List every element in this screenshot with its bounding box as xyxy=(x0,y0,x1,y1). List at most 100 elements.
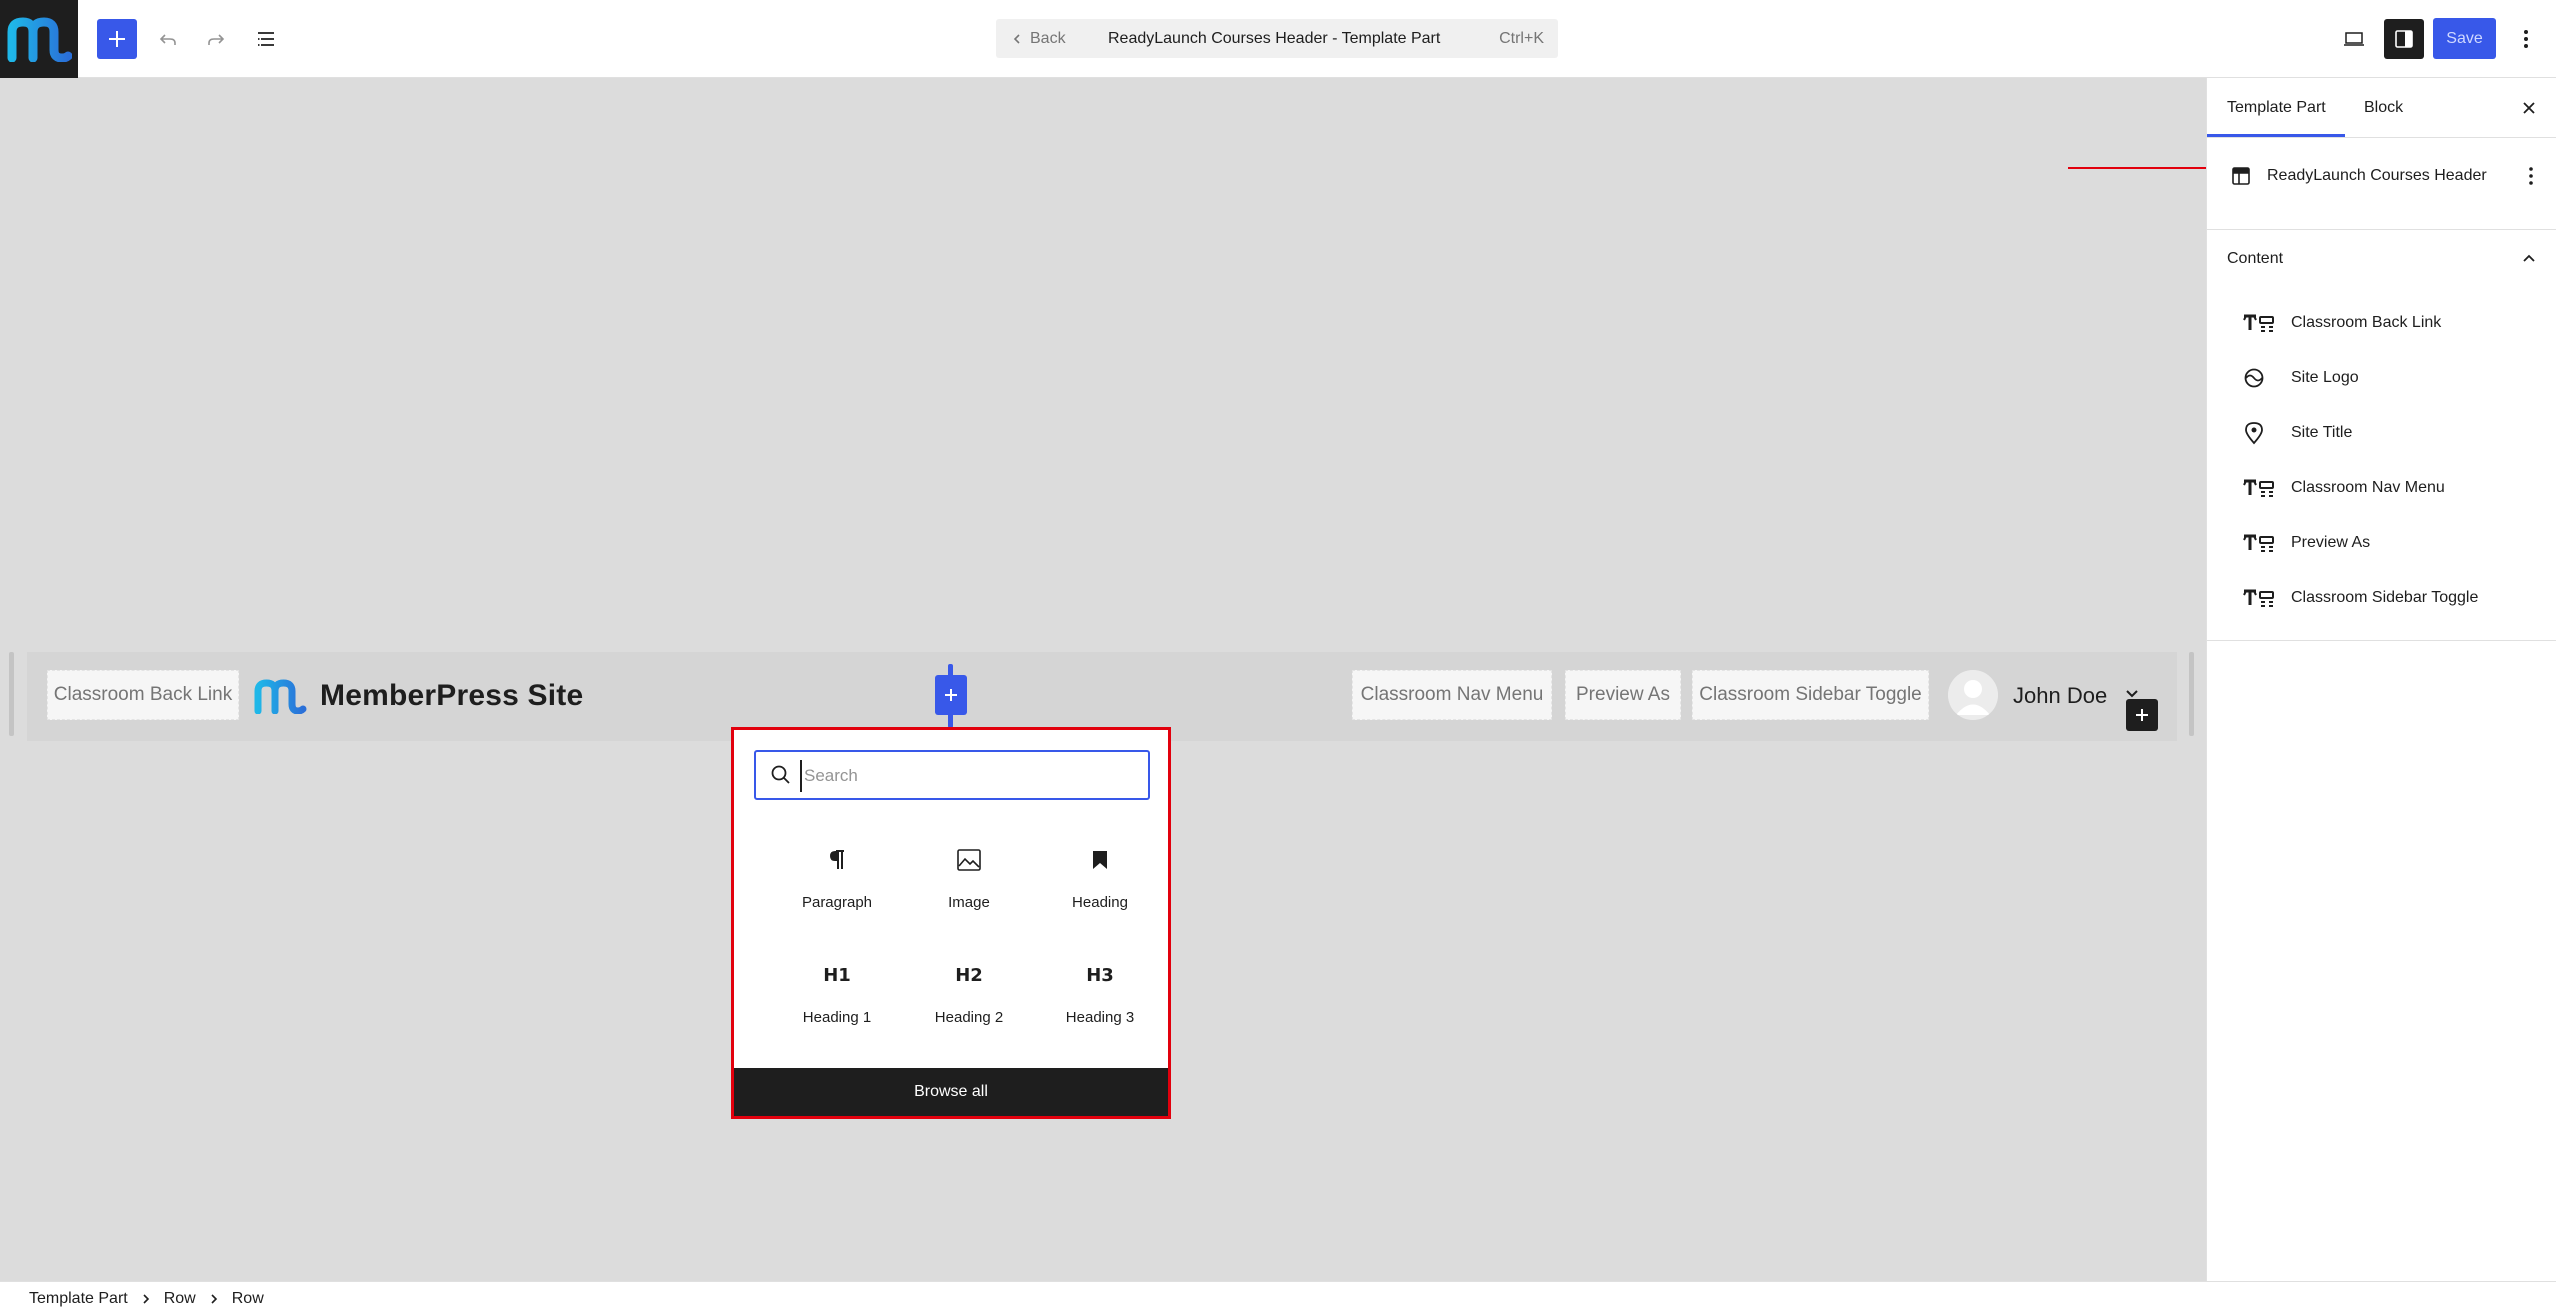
block-item-heading-3[interactable]: H3 Heading 3 xyxy=(1035,941,1165,1041)
redo-button[interactable] xyxy=(196,19,236,59)
browse-all-button[interactable]: Browse all xyxy=(734,1068,1168,1116)
sidebar-icon xyxy=(2395,30,2413,48)
document-title[interactable]: ReadyLaunch Courses Header - Template Pa… xyxy=(1108,19,1440,58)
breadcrumb-item[interactable]: Template Part xyxy=(29,1290,128,1308)
sidebar-tabs: Template Part Block xyxy=(2207,78,2556,138)
image-icon xyxy=(956,840,982,880)
content-item-label: Preview As xyxy=(2291,534,2371,551)
plus-icon xyxy=(2136,709,2148,721)
site-title-block[interactable]: MemberPress Site xyxy=(320,675,583,717)
close-sidebar-button[interactable] xyxy=(2517,96,2541,120)
bookmark-icon xyxy=(1091,840,1109,880)
row-resize-handle-right[interactable] xyxy=(2189,652,2194,736)
document-overview-button[interactable] xyxy=(246,19,286,59)
user-avatar-icon xyxy=(1948,670,1998,720)
content-item-classroom-sidebar-toggle[interactable]: Classroom Sidebar Toggle xyxy=(2243,576,2543,620)
more-vertical-icon xyxy=(2524,30,2528,48)
breadcrumb-item[interactable]: Row xyxy=(164,1290,196,1308)
document-bar[interactable]: Back ReadyLaunch Courses Header - Templa… xyxy=(996,19,1558,58)
view-button[interactable] xyxy=(2334,19,2374,59)
content-item-site-logo[interactable]: Site Logo xyxy=(2243,356,2543,400)
block-item-paragraph[interactable]: Paragraph xyxy=(772,826,902,926)
template-part-name: ReadyLaunch Courses Header xyxy=(2267,167,2487,184)
save-button[interactable]: Save xyxy=(2433,18,2496,59)
block-item-label: Heading 2 xyxy=(934,1009,1004,1026)
chevron-up-icon[interactable] xyxy=(2517,247,2541,271)
settings-sidebar-toggle[interactable] xyxy=(2384,19,2424,59)
block-item-label: Paragraph xyxy=(801,894,873,911)
content-item-label: Site Logo xyxy=(2291,369,2359,386)
content-panel-title: Content xyxy=(2227,250,2284,267)
block-item-heading-2[interactable]: H2 Heading 2 xyxy=(904,941,1034,1041)
tab-block[interactable]: Block xyxy=(2364,78,2403,138)
redo-icon xyxy=(208,34,225,45)
block-item-label: Heading 1 xyxy=(802,1009,872,1026)
classroom-nav-menu-block[interactable]: Classroom Nav Menu xyxy=(1352,670,1552,720)
chevron-left-icon xyxy=(1013,33,1020,44)
content-item-classroom-back-link[interactable]: Classroom Back Link xyxy=(2243,301,2543,345)
shortcode-icon xyxy=(2243,311,2277,335)
content-item-label: Classroom Sidebar Toggle xyxy=(2291,589,2479,606)
tab-template-part[interactable]: Template Part xyxy=(2227,78,2326,138)
shortcode-icon xyxy=(2243,476,2277,500)
block-appender-button[interactable] xyxy=(935,675,967,715)
search-icon xyxy=(771,765,790,784)
options-menu-button[interactable] xyxy=(2508,19,2544,59)
inserter-search[interactable] xyxy=(754,750,1150,800)
avatar[interactable] xyxy=(1948,670,1998,720)
template-part-card: ReadyLaunch Courses Header xyxy=(2207,138,2556,230)
classroom-back-link-block[interactable]: Classroom Back Link xyxy=(47,670,239,720)
breadcrumb: Template Part Row Row xyxy=(0,1281,2556,1316)
doc-back-button[interactable]: Back xyxy=(1012,19,1066,58)
undo-button[interactable] xyxy=(148,19,188,59)
heading-1-icon: H1 xyxy=(823,964,851,986)
command-palette-shortcut: Ctrl+K xyxy=(1499,29,1544,47)
editor-header: Back ReadyLaunch Courses Header - Templa… xyxy=(0,0,2556,78)
chevron-right-icon xyxy=(210,1293,218,1305)
content-item-label: Site Title xyxy=(2291,424,2353,441)
row-resize-handle-left[interactable] xyxy=(9,652,14,736)
doc-back-label: Back xyxy=(1030,29,1066,47)
map-marker-icon xyxy=(2243,421,2277,445)
block-item-label: Heading 3 xyxy=(1065,1009,1135,1026)
quick-inserter-popover: Paragraph Image Heading H1 Heading 1 H2 … xyxy=(731,727,1171,1119)
classroom-sidebar-toggle-block[interactable]: Classroom Sidebar Toggle xyxy=(1692,670,1929,720)
undo-icon xyxy=(159,34,176,45)
breadcrumb-item[interactable]: Row xyxy=(232,1290,264,1308)
preview-as-block[interactable]: Preview As xyxy=(1565,670,1681,720)
close-icon xyxy=(2523,102,2535,114)
list-view-icon xyxy=(258,32,274,46)
heading-2-icon: H2 xyxy=(955,964,983,986)
chevron-right-icon xyxy=(142,1293,150,1305)
site-logo-block[interactable] xyxy=(253,678,307,714)
desktop-icon xyxy=(2344,32,2364,46)
content-item-label: Classroom Nav Menu xyxy=(2291,479,2445,496)
memberpress-site-logo-icon xyxy=(254,679,307,714)
block-item-heading[interactable]: Heading xyxy=(1035,826,1165,926)
block-inserter-toggle[interactable] xyxy=(97,19,137,59)
block-item-image[interactable]: Image xyxy=(904,826,1034,926)
layout-icon xyxy=(2229,164,2253,188)
content-item-label: Classroom Back Link xyxy=(2291,314,2442,331)
plus-icon xyxy=(945,689,957,701)
divider xyxy=(2207,640,2556,641)
block-item-label: Heading xyxy=(1072,894,1128,911)
settings-sidebar: Template Part Block ReadyLaunch Courses … xyxy=(2206,78,2556,1281)
plus-icon xyxy=(109,31,125,47)
more-vertical-icon xyxy=(2529,167,2533,185)
block-item-heading-1[interactable]: H1 Heading 1 xyxy=(772,941,902,1041)
block-append-button[interactable] xyxy=(2126,699,2158,731)
user-name[interactable]: John Doe xyxy=(2013,675,2107,717)
memberpress-logo-button[interactable] xyxy=(0,0,78,78)
content-panel-header[interactable]: Content xyxy=(2207,231,2556,287)
content-item-classroom-nav-menu[interactable]: Classroom Nav Menu xyxy=(2243,466,2543,510)
content-item-site-title[interactable]: Site Title xyxy=(2243,411,2543,455)
search-input[interactable] xyxy=(800,760,1146,792)
shortcode-icon xyxy=(2243,586,2277,610)
annotation-arrow-icon xyxy=(2068,162,2228,174)
template-part-actions-button[interactable] xyxy=(2519,164,2543,188)
heading-3-icon: H3 xyxy=(1086,964,1114,986)
memberpress-logo-icon xyxy=(7,17,72,62)
shortcode-icon xyxy=(2243,531,2277,555)
content-item-preview-as[interactable]: Preview As xyxy=(2243,521,2543,565)
